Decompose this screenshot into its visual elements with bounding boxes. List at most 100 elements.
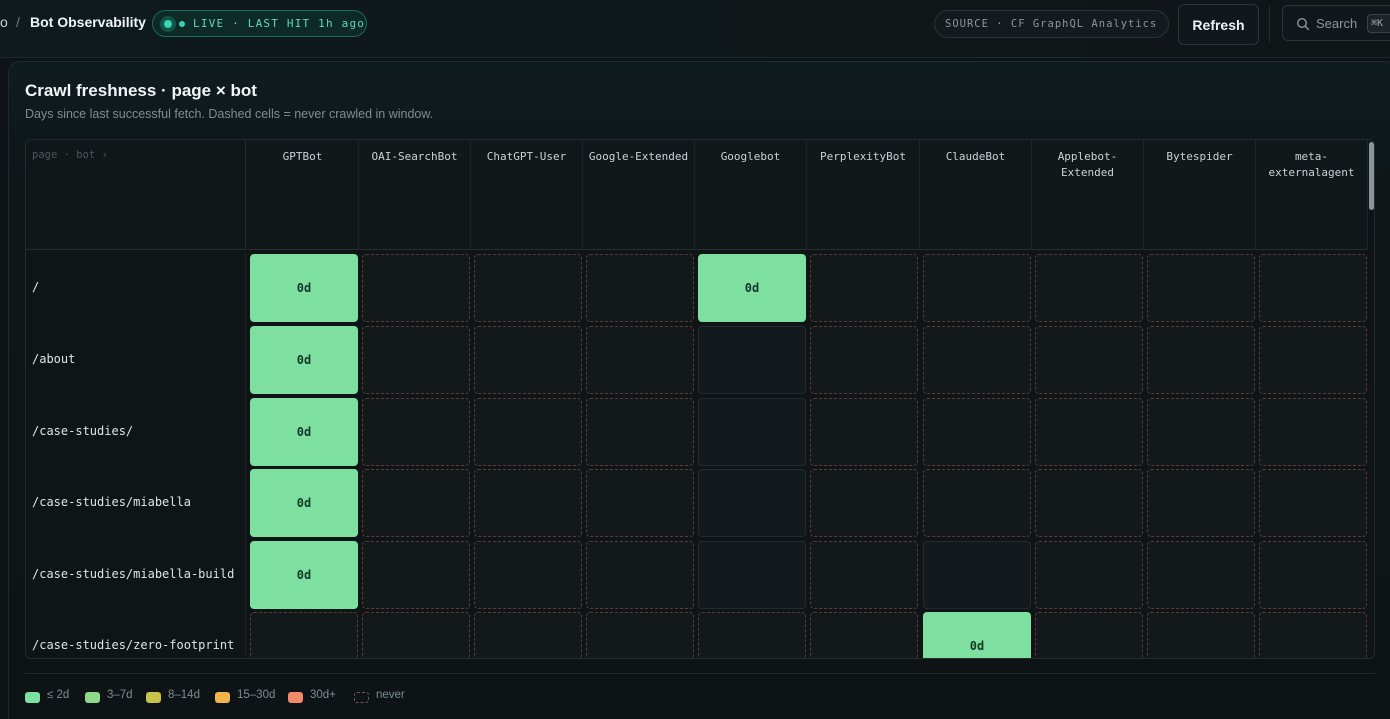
matrix-cell-never[interactable]: [362, 398, 470, 466]
row-header[interactable]: /case-studies/: [26, 396, 246, 468]
legend-swatch-icon: [215, 692, 230, 703]
matrix-cell-never[interactable]: [586, 612, 694, 658]
column-header-gptbot[interactable]: GPTBot: [247, 140, 359, 250]
matrix-cell-never[interactable]: [923, 326, 1031, 394]
matrix-cell-never[interactable]: [810, 326, 918, 394]
matrix-cell-never[interactable]: [586, 326, 694, 394]
column-header-applebot-extended[interactable]: Applebot-Extended: [1032, 140, 1144, 250]
matrix-cell-never[interactable]: [1259, 326, 1367, 394]
matrix-cell-never[interactable]: [1147, 469, 1255, 537]
breadcrumb-parent[interactable]: o: [0, 14, 8, 30]
column-header-bytespider[interactable]: Bytespider: [1144, 140, 1256, 250]
row-header-label: /case-studies/miabella-build: [32, 567, 235, 581]
row-header[interactable]: /: [26, 252, 246, 324]
row-header-label: /case-studies/miabella: [32, 495, 191, 509]
matrix-cell-empty[interactable]: [698, 398, 806, 466]
matrix-cell-never[interactable]: [1147, 541, 1255, 609]
matrix-cell-never[interactable]: [586, 541, 694, 609]
matrix-cell-empty[interactable]: [698, 541, 806, 609]
matrix-cell-never[interactable]: [362, 254, 470, 322]
matrix-cell-never[interactable]: [698, 612, 806, 658]
matrix-cell-never[interactable]: [586, 398, 694, 466]
matrix-cell-never[interactable]: [1147, 398, 1255, 466]
matrix-cell-never[interactable]: [474, 398, 582, 466]
column-header-perplexitybot[interactable]: PerplexityBot: [807, 140, 920, 250]
column-header-oai-searchbot[interactable]: OAI-SearchBot: [359, 140, 471, 250]
scrollbar-track[interactable]: [1368, 140, 1374, 658]
matrix-cell-never[interactable]: [810, 612, 918, 658]
column-header-claudebot[interactable]: ClaudeBot: [920, 140, 1032, 250]
legend-label: 3–7d: [107, 689, 133, 701]
matrix-cell-never[interactable]: [362, 612, 470, 658]
matrix-cell-never[interactable]: [1147, 612, 1255, 658]
row-header[interactable]: /about: [26, 324, 246, 396]
column-header-chatgpt-user[interactable]: ChatGPT-User: [471, 140, 583, 250]
matrix-corner: page · bot ›: [26, 140, 246, 250]
matrix-cell-never[interactable]: [1259, 612, 1367, 658]
matrix-cell-never[interactable]: [362, 326, 470, 394]
matrix-cell-never[interactable]: [474, 254, 582, 322]
matrix-cell-empty[interactable]: [698, 469, 806, 537]
source-badge: SOURCE · CF GraphQL Analytics: [934, 10, 1169, 38]
matrix-cell-never[interactable]: [1259, 469, 1367, 537]
row-header-label: /about: [32, 352, 76, 366]
matrix-cell-never[interactable]: [1147, 254, 1255, 322]
column-header-googlebot[interactable]: Googlebot: [695, 140, 807, 250]
matrix-cell-never[interactable]: [474, 326, 582, 394]
column-header-google-extended[interactable]: Google-Extended: [583, 140, 695, 250]
matrix-cell-fresh[interactable]: 0d: [250, 469, 358, 537]
matrix-cell-never[interactable]: [1035, 254, 1143, 322]
matrix-cell-fresh[interactable]: 0d: [923, 612, 1031, 658]
page-title: Bot Observability: [30, 14, 146, 30]
search-box[interactable]: ⌘K: [1282, 5, 1390, 41]
column-header-label: GPTBot: [282, 150, 323, 163]
scrollbar-thumb[interactable]: [1369, 142, 1374, 210]
matrix-cell-empty[interactable]: [923, 541, 1031, 609]
matrix-cell-never[interactable]: [1259, 541, 1367, 609]
matrix-cell-never[interactable]: [1147, 326, 1255, 394]
row-header[interactable]: /case-studies/miabella: [26, 467, 246, 539]
matrix-cell-fresh[interactable]: 0d: [250, 326, 358, 394]
matrix-cell-never[interactable]: [810, 469, 918, 537]
breadcrumb-separator: /: [16, 14, 20, 30]
search-input[interactable]: [1316, 14, 1368, 32]
row-header[interactable]: /case-studies/miabella-build: [26, 539, 246, 611]
corner-label: page · bot ›: [32, 149, 108, 161]
matrix-cell-never[interactable]: [1035, 326, 1143, 394]
matrix-cell-never[interactable]: [1035, 469, 1143, 537]
matrix-cell-never[interactable]: [1035, 612, 1143, 658]
legend-swatch-icon: [354, 692, 369, 703]
matrix-cell-never[interactable]: [1035, 541, 1143, 609]
matrix-cell-never[interactable]: [923, 469, 1031, 537]
matrix-cell-never[interactable]: [586, 469, 694, 537]
matrix-cell-fresh[interactable]: 0d: [250, 398, 358, 466]
matrix-cell-never[interactable]: [1259, 398, 1367, 466]
legend-swatch-icon: [85, 692, 100, 703]
matrix-cell-fresh[interactable]: 0d: [698, 254, 806, 322]
matrix-cell-never[interactable]: [810, 254, 918, 322]
matrix-cell-never[interactable]: [1259, 254, 1367, 322]
matrix-cell-never[interactable]: [474, 612, 582, 658]
matrix-cell-never[interactable]: [923, 254, 1031, 322]
matrix-cell-never[interactable]: [810, 398, 918, 466]
matrix-cell-never[interactable]: [362, 541, 470, 609]
matrix-cell-never[interactable]: [362, 469, 470, 537]
matrix-cell-never[interactable]: [923, 398, 1031, 466]
matrix-cell-never[interactable]: [474, 469, 582, 537]
legend-swatch-icon: [146, 692, 161, 703]
matrix-cell-fresh[interactable]: 0d: [250, 541, 358, 609]
matrix-cell-never[interactable]: [1035, 398, 1143, 466]
matrix-cell-never[interactable]: [586, 254, 694, 322]
top-bar: o / Bot Observability LIVE · LAST HIT 1h…: [0, 0, 1390, 58]
matrix-cell-never[interactable]: [250, 612, 358, 658]
matrix-cell-never[interactable]: [474, 541, 582, 609]
matrix-cell-fresh[interactable]: 0d: [250, 254, 358, 322]
column-header-meta-externalagent[interactable]: meta-externalagent: [1256, 140, 1368, 250]
matrix-cell-empty[interactable]: [698, 326, 806, 394]
legend-label: 8–14d: [168, 689, 200, 701]
row-header-label: /: [32, 280, 40, 294]
refresh-button[interactable]: Refresh: [1178, 4, 1259, 45]
row-header[interactable]: /case-studies/zero-footprint: [26, 610, 246, 658]
freshness-matrix: page · bot › GPTBot OAI-SearchBot ChatGPT-…: [25, 139, 1375, 659]
matrix-cell-never[interactable]: [810, 541, 918, 609]
